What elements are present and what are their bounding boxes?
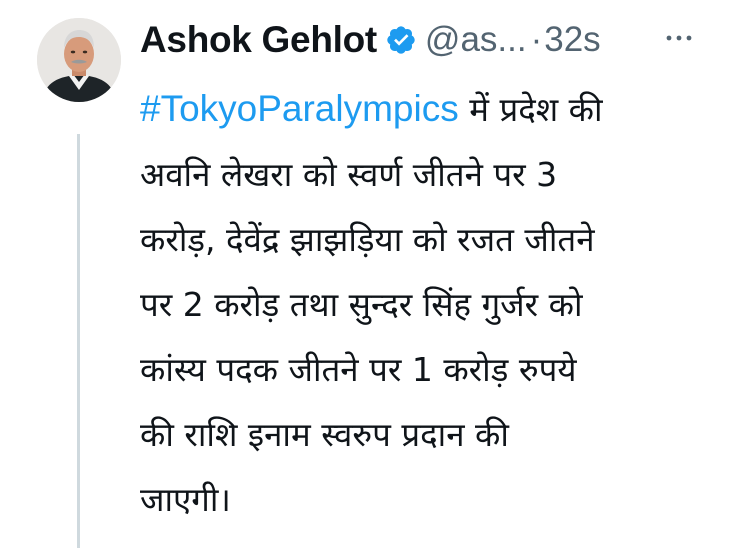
avatar[interactable] bbox=[37, 18, 121, 102]
tweet-text-line: अवनि लेखरा को स्वर्ण जीतने पर 3 bbox=[140, 155, 558, 194]
tweet[interactable]: Ashok Gehlot @as... · 32s #TokyoParalymp… bbox=[0, 0, 730, 548]
tweet-text-line: #TokyoParalympics में प्रदेश की bbox=[140, 76, 720, 142]
tweet-header: Ashok Gehlot @as... · 32s bbox=[140, 14, 601, 66]
hashtag-link[interactable]: #TokyoParalympics bbox=[140, 88, 459, 129]
tweet-text-line: जाएगी। bbox=[140, 480, 231, 519]
tweet-timestamp[interactable]: 32s bbox=[544, 20, 600, 60]
tweet-text-line: की राशि इनाम स्वरुप प्रदान की bbox=[140, 415, 509, 454]
header-separator: · bbox=[530, 20, 543, 59]
verified-badge-icon bbox=[385, 24, 417, 56]
tweet-text-line: पर 2 करोड़ तथा सुन्दर सिंह गुर्जर को bbox=[140, 285, 583, 324]
author-handle[interactable]: @as... bbox=[425, 20, 527, 60]
tweet-text-line: करोड़, देवेंद्र झाझड़िया को रजत जीतने bbox=[140, 220, 595, 259]
tweet-text: #TokyoParalympics में प्रदेश की अवनि लेख… bbox=[140, 76, 720, 532]
more-horizontal-icon[interactable] bbox=[664, 30, 694, 44]
author-display-name[interactable]: Ashok Gehlot bbox=[140, 19, 377, 61]
profile-photo bbox=[37, 18, 121, 102]
thread-line bbox=[77, 134, 80, 548]
tweet-text-segment: में प्रदेश की bbox=[458, 90, 603, 129]
tweet-text-line: कांस्य पदक जीतने पर 1 करोड़ रुपये bbox=[140, 350, 577, 389]
